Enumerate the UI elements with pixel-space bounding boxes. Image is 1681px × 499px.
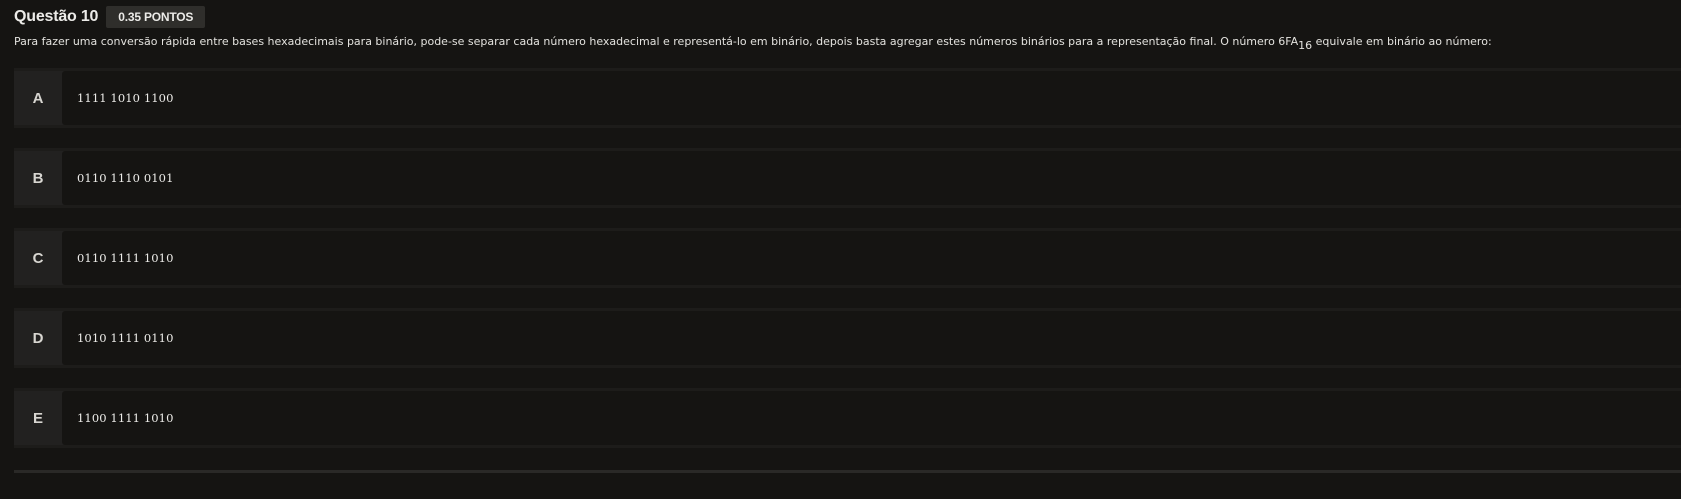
option-body[interactable]: 1100 1111 1010 bbox=[62, 391, 1681, 445]
option-c[interactable]: C 0110 1111 1010 bbox=[14, 228, 1681, 288]
question-page: Questão 10 0.35 PONTOS Para fazer uma co… bbox=[0, 0, 1681, 499]
option-letter: E bbox=[32, 409, 43, 427]
question-text-before: Para fazer uma conversão rápida entre ba… bbox=[14, 35, 1299, 48]
question-title: Questão 10 bbox=[14, 8, 99, 25]
question-statement: Para fazer uma conversão rápida entre ba… bbox=[14, 34, 1679, 52]
option-text: 0110 1110 0101 bbox=[77, 171, 174, 185]
option-d[interactable]: D 1010 1111 0110 bbox=[14, 308, 1681, 368]
option-letter: A bbox=[32, 89, 44, 107]
option-text: 0110 1111 1010 bbox=[77, 251, 174, 265]
option-b[interactable]: B 0110 1110 0101 bbox=[14, 148, 1681, 208]
option-e[interactable]: E 1100 1111 1010 bbox=[14, 388, 1681, 448]
option-letter: D bbox=[32, 329, 44, 347]
option-body[interactable]: 1010 1111 0110 bbox=[62, 311, 1681, 365]
question-header: Questão 10 0.35 PONTOS bbox=[14, 6, 206, 28]
option-text: 1010 1111 0110 bbox=[77, 331, 174, 345]
option-letter: B bbox=[32, 169, 44, 187]
option-body[interactable]: 0110 1110 0101 bbox=[62, 151, 1681, 205]
points-badge: 0.35 PONTOS bbox=[106, 6, 206, 28]
answer-options: A 1111 1010 1100 B 0110 1110 0101 C 0110… bbox=[14, 68, 1681, 468]
option-letter: C bbox=[32, 249, 44, 267]
bottom-divider bbox=[14, 470, 1681, 473]
question-text-after: equivale em binário ao número: bbox=[1312, 35, 1492, 48]
option-body[interactable]: 0110 1111 1010 bbox=[62, 231, 1681, 285]
option-text: 1100 1111 1010 bbox=[77, 411, 174, 425]
question-text-subscript: 16 bbox=[1298, 39, 1313, 52]
option-a[interactable]: A 1111 1010 1100 bbox=[14, 68, 1681, 128]
option-body[interactable]: 1111 1010 1100 bbox=[62, 71, 1681, 125]
option-text: 1111 1010 1100 bbox=[77, 91, 174, 105]
